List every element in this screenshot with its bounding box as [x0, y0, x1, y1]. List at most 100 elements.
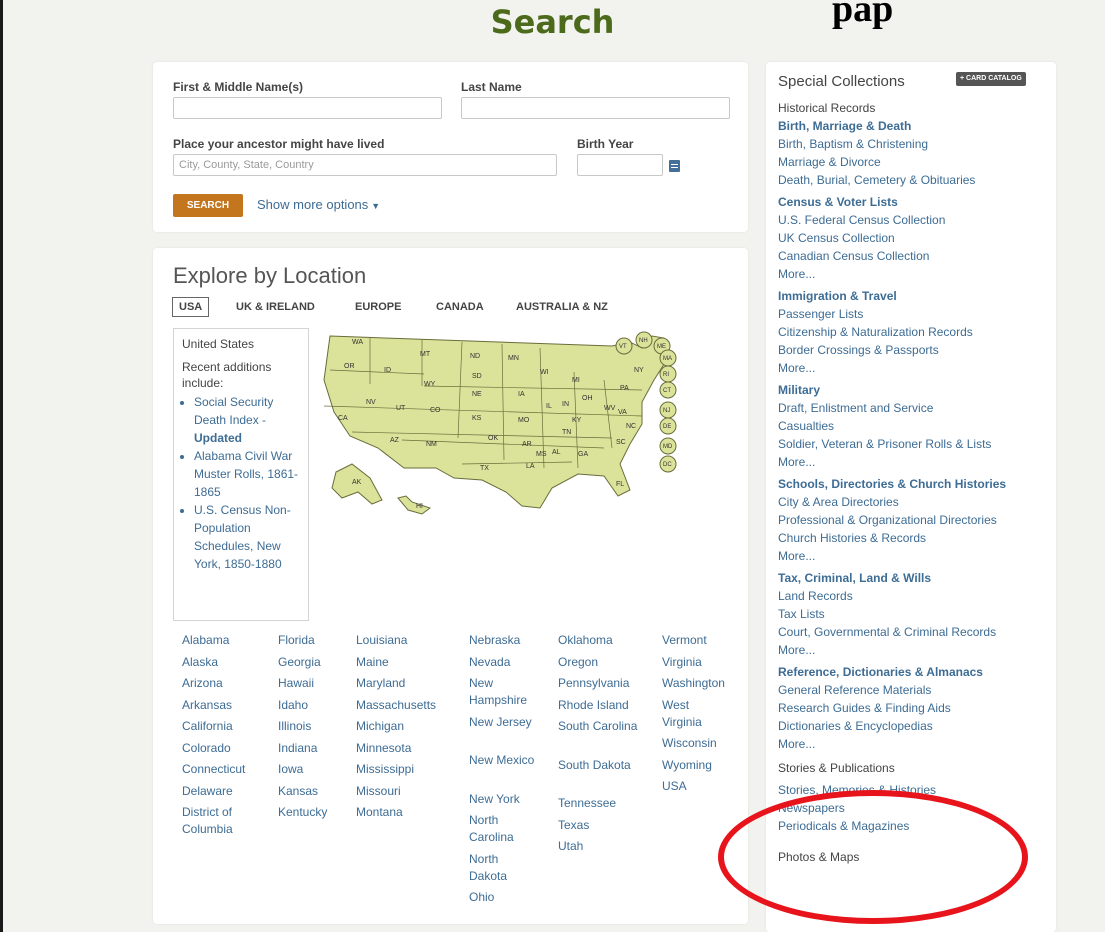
state-link[interactable]: Mississippi	[356, 761, 451, 778]
tab-usa[interactable]: USA	[172, 297, 210, 317]
collection-link[interactable]: More...	[778, 453, 815, 471]
collection-link[interactable]: Border Crossings & Passports	[778, 341, 939, 359]
collection-link[interactable]: Marriage & Divorce	[778, 153, 881, 171]
place-input[interactable]: City, County, State, Country	[173, 154, 557, 176]
calendar-icon[interactable]	[669, 160, 680, 172]
state-link[interactable]: Vermont	[662, 632, 732, 649]
collection-link[interactable]: UK Census Collection	[778, 229, 895, 247]
collection-link[interactable]: General Reference Materials	[778, 681, 931, 699]
card-catalog-button[interactable]: + CARD CATALOG	[956, 72, 1026, 86]
collection-link[interactable]: City & Area Directories	[778, 493, 899, 511]
first-name-input[interactable]	[173, 97, 442, 119]
state-link[interactable]: USA	[662, 778, 732, 795]
collection-link[interactable]: Land Records	[778, 587, 853, 605]
state-link[interactable]: Louisiana	[356, 632, 451, 649]
tab-uk-ireland[interactable]: UK & IRELAND	[236, 301, 315, 313]
collection-link[interactable]: Research Guides & Finding Aids	[778, 699, 951, 717]
map-state-label: WY	[424, 381, 436, 388]
collection-link[interactable]: Professional & Organizational Directorie…	[778, 511, 997, 529]
state-link[interactable]: Utah	[558, 838, 653, 855]
map-state-label: ID	[384, 367, 391, 374]
state-link[interactable]: West Virginia	[662, 697, 732, 731]
tab-europe[interactable]: EUROPE	[355, 301, 401, 313]
collection-link[interactable]: Citizenship & Naturalization Records	[778, 323, 973, 341]
chevron-down-icon: ▼	[371, 201, 381, 211]
state-link[interactable]: Arizona	[182, 675, 277, 692]
state-link[interactable]: Maryland	[356, 675, 451, 692]
collection-link[interactable]: Soldier, Veteran & Prisoner Rolls & List…	[778, 435, 991, 453]
state-link[interactable]: Alaska	[182, 654, 277, 671]
birth-year-input[interactable]	[577, 154, 663, 176]
state-link[interactable]: Arkansas	[182, 697, 277, 714]
search-button[interactable]: SEARCH	[173, 194, 243, 217]
collection-link[interactable]: More...	[778, 641, 815, 659]
state-link[interactable]: Minnesota	[356, 740, 451, 757]
state-link[interactable]: South Dakota	[558, 757, 653, 774]
state-link[interactable]: North Dakota	[469, 851, 539, 885]
state-link[interactable]: Tennessee	[558, 795, 653, 812]
state-link[interactable]: Massachusetts	[356, 697, 451, 714]
collection-link[interactable]: Tax Lists	[778, 605, 825, 623]
state-link[interactable]: New Jersey	[469, 714, 539, 731]
collection-link[interactable]: More...	[778, 265, 815, 283]
state-link[interactable]: Ohio	[469, 889, 539, 906]
state-link[interactable]: Colorado	[182, 740, 277, 757]
state-link[interactable]: Nebraska	[469, 632, 539, 649]
collection-link[interactable]: Draft, Enlistment and Service	[778, 399, 933, 417]
collection-link[interactable]: Court, Governmental & Criminal Records	[778, 623, 996, 641]
state-link[interactable]: Alabama	[182, 632, 277, 649]
state-link[interactable]: New Hampshire	[469, 675, 539, 709]
collection-category-heading[interactable]: Military	[778, 381, 820, 399]
state-link[interactable]: Wyoming	[662, 757, 732, 774]
collection-category-heading[interactable]: Schools, Directories & Church Histories	[778, 475, 1006, 493]
recent-item[interactable]: U.S. Census Non-Population Schedules, Ne…	[194, 501, 302, 573]
state-link[interactable]: Oregon	[558, 654, 653, 671]
collection-category-heading[interactable]: Reference, Dictionaries & Almanacs	[778, 663, 983, 681]
state-link[interactable]: Maine	[356, 654, 451, 671]
state-link[interactable]: Missouri	[356, 783, 451, 800]
collection-link[interactable]: More...	[778, 547, 815, 565]
recent-item[interactable]: Social Security Death Index - Updated	[194, 393, 302, 447]
tab-australia-nz[interactable]: AUSTRALIA & NZ	[516, 301, 608, 313]
state-link[interactable]: California	[182, 718, 277, 735]
map-state-label: TN	[562, 429, 571, 436]
collection-category-heading[interactable]: Tax, Criminal, Land & Wills	[778, 569, 931, 587]
state-link[interactable]: Oklahoma	[558, 632, 653, 649]
state-link[interactable]: South Carolina	[558, 718, 653, 735]
state-link[interactable]: Michigan	[356, 718, 451, 735]
collection-link[interactable]: More...	[778, 359, 815, 377]
show-more-options-link[interactable]: Show more options ▼	[257, 197, 380, 212]
state-link[interactable]: Wisconsin	[662, 735, 732, 752]
collection-link[interactable]: Death, Burial, Cemetery & Obituaries	[778, 171, 975, 189]
state-link[interactable]: North Carolina	[469, 812, 539, 846]
collection-category-heading[interactable]: Birth, Marriage & Death	[778, 117, 911, 135]
map-state-label: MN	[508, 355, 519, 362]
collection-link[interactable]: Canadian Census Collection	[778, 247, 929, 265]
state-link[interactable]: District of Columbia	[182, 804, 277, 838]
collection-category-heading[interactable]: Immigration & Travel	[778, 287, 897, 305]
collection-link[interactable]: Church Histories & Records	[778, 529, 926, 547]
state-link[interactable]: New Mexico	[469, 752, 539, 769]
state-link[interactable]: Connecticut	[182, 761, 277, 778]
collection-category-heading[interactable]: Census & Voter Lists	[778, 193, 898, 211]
map-state-label: OH	[582, 395, 593, 402]
last-name-input[interactable]	[461, 97, 730, 119]
state-link[interactable]: Delaware	[182, 783, 277, 800]
state-link[interactable]: New York	[469, 791, 539, 808]
collection-link[interactable]: Passenger Lists	[778, 305, 863, 323]
state-link[interactable]: Rhode Island	[558, 697, 653, 714]
usa-map[interactable]: WA MT ND MN OR ID SD WI WY MI NY NE IA NV UT CO IL IN OH PA…	[312, 328, 722, 518]
collection-link[interactable]: U.S. Federal Census Collection	[778, 211, 945, 229]
state-link[interactable]: Montana	[356, 804, 451, 821]
tab-canada[interactable]: CANADA	[436, 301, 484, 313]
collection-link[interactable]: More...	[778, 735, 815, 753]
state-link[interactable]: Washington	[662, 675, 732, 692]
state-link[interactable]: Pennsylvania	[558, 675, 653, 692]
state-link[interactable]: Nevada	[469, 654, 539, 671]
recent-item[interactable]: Alabama Civil War Muster Rolls, 1861-186…	[194, 447, 302, 501]
collection-link[interactable]: Birth, Baptism & Christening	[778, 135, 928, 153]
collection-link[interactable]: Casualties	[778, 417, 834, 435]
state-link[interactable]: Texas	[558, 817, 653, 834]
state-link[interactable]: Virginia	[662, 654, 732, 671]
collection-link[interactable]: Dictionaries & Encyclopedias	[778, 717, 933, 735]
